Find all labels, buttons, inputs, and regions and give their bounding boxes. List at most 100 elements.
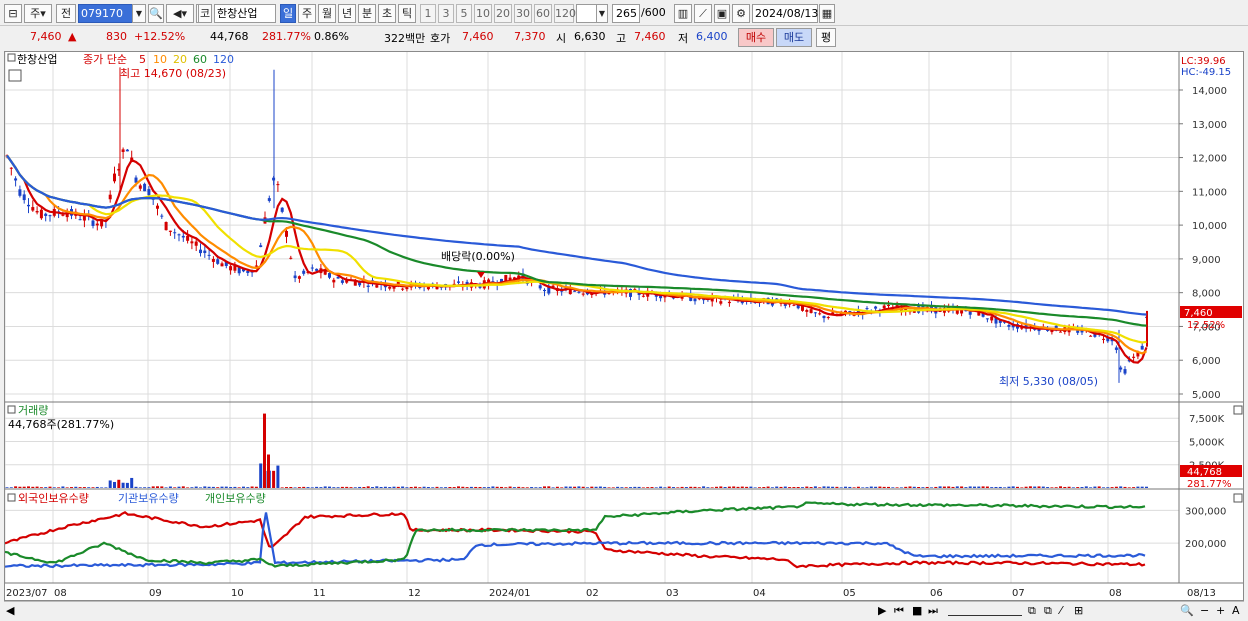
interval-1[interactable]: 1	[420, 4, 436, 23]
legend-box-icon[interactable]	[7, 53, 16, 62]
speaker-icon[interactable]: ◀▾	[166, 4, 194, 23]
ma120-legend[interactable]: 120	[213, 53, 234, 66]
ma20-legend[interactable]: 20	[173, 53, 187, 66]
interval-5[interactable]: 5	[456, 4, 472, 23]
volume-bar	[1132, 487, 1136, 488]
volume-bar	[947, 486, 951, 488]
trade-amount: 322백만	[384, 32, 426, 45]
custom-interval-dropdown-icon[interactable]: ▼	[596, 4, 608, 23]
count-total: /600	[641, 6, 666, 19]
chart-window: ⊟ 주▾ 전 079170 ▼ 🔍 ◀▾ ◂ 코 한창산업 일 주 월 년 분 …	[0, 0, 1248, 621]
period-month[interactable]: 월	[318, 4, 336, 23]
stock-legend[interactable]: 한창산업	[17, 53, 57, 66]
scroll-bar[interactable]: ◀ ▶ ⏮ ■ ⏭ ⧉ ⧉ ⁄ ⊞ 🔍 − + A	[4, 601, 1244, 619]
gear-icon[interactable]: ⚙	[732, 4, 750, 23]
month-label: 10	[231, 588, 244, 599]
font-size-icon[interactable]: A	[1232, 604, 1240, 618]
sell-button[interactable]: 매도	[776, 28, 812, 47]
period-tick[interactable]: 틱	[398, 4, 416, 23]
count-input[interactable]: 265	[612, 4, 640, 23]
candle-body	[61, 214, 65, 216]
copy-icon[interactable]: ⧉	[1044, 604, 1052, 618]
calendar-icon[interactable]: ▦	[819, 4, 835, 23]
ma60-legend[interactable]: 60	[193, 53, 207, 66]
volume-bar	[285, 487, 288, 488]
draw-icon[interactable]: ⁄	[1060, 604, 1062, 618]
candle-body	[44, 213, 48, 216]
ma-legend-label[interactable]: 종가 단순	[83, 53, 127, 66]
scroll-left-icon[interactable]: ◀	[6, 604, 14, 618]
interval-3[interactable]: 3	[438, 4, 454, 23]
code-type-label[interactable]: 코	[198, 4, 212, 23]
month-label: 02	[586, 588, 599, 599]
market-select[interactable]: 주▾	[24, 4, 52, 23]
institution-holdings-legend[interactable]: 기관보유수량	[118, 492, 179, 505]
candle-body	[48, 215, 52, 217]
volume-bar	[1106, 487, 1110, 488]
chart-menu-icon[interactable]: ⊟	[4, 4, 22, 23]
chart-area[interactable]: 14,000 13,000 12,000 11,000 10,000 9,000 8,000…	[4, 51, 1244, 601]
holdings-legend-box-icon[interactable]	[7, 493, 16, 502]
interval-10[interactable]: 10	[474, 4, 492, 23]
save-icon[interactable]: ▣	[714, 4, 730, 23]
table-toggle-icon[interactable]	[8, 69, 22, 82]
volume-bar	[994, 486, 998, 488]
screen-icon[interactable]: ⊞	[1074, 604, 1083, 618]
period-week[interactable]: 주	[298, 4, 316, 23]
stop-icon[interactable]: ■	[912, 604, 922, 618]
interval-120[interactable]: 120	[554, 4, 576, 23]
candle-body	[229, 266, 233, 271]
candle-body	[366, 285, 370, 287]
volume-bar	[57, 487, 61, 488]
volume-bar	[702, 486, 706, 488]
volume-bar	[680, 486, 684, 488]
interval-20[interactable]: 20	[494, 4, 512, 23]
interval-30[interactable]: 30	[514, 4, 532, 23]
zoom-search-icon[interactable]: 🔍	[1180, 604, 1194, 618]
current-price: 7,460	[30, 30, 62, 43]
candle-body	[280, 207, 284, 212]
candle-body	[95, 223, 99, 226]
period-second[interactable]: 초	[378, 4, 396, 23]
date-input[interactable]: 2024/08/13	[752, 4, 818, 23]
volume-legend-box-icon[interactable]	[7, 405, 16, 414]
volume-pane-title[interactable]: 거래량	[18, 404, 48, 417]
scroll-right-icon[interactable]: ▶	[878, 604, 888, 618]
month-label: 08	[1109, 588, 1122, 599]
candle-type-icon[interactable]: ▥	[674, 4, 692, 23]
candle-body	[125, 149, 129, 152]
period-day[interactable]: 일	[280, 4, 296, 23]
zoom-out-icon[interactable]: −	[1200, 604, 1209, 618]
buy-button[interactable]: 매수	[738, 28, 774, 47]
candle-body	[186, 235, 190, 241]
chart-canvas[interactable]: 14,000 13,000 12,000 11,000 10,000 9,000 8,000…	[4, 52, 1243, 600]
candle-body	[573, 290, 577, 292]
foreign-holdings-legend[interactable]: 외국인보유수량	[18, 492, 89, 505]
zoom-slider[interactable]	[948, 606, 1022, 616]
period-minute[interactable]: 분	[358, 4, 376, 23]
stock-name-field[interactable]: 한창산업	[214, 4, 276, 23]
ma5-legend[interactable]: 5	[139, 53, 146, 66]
interval-60[interactable]: 60	[534, 4, 552, 23]
prev-button[interactable]: 전	[56, 4, 76, 23]
volume-bar	[199, 487, 202, 488]
individual-holdings-legend[interactable]: 개인보유수량	[205, 492, 266, 505]
zoom-in-icon[interactable]: +	[1216, 604, 1225, 618]
evaluate-button[interactable]: 평	[816, 28, 836, 47]
ma10-legend[interactable]: 10	[153, 53, 167, 66]
last-page-icon[interactable]: ⏭	[928, 604, 938, 618]
first-page-icon[interactable]: ⏮	[894, 604, 904, 618]
period-year[interactable]: 년	[338, 4, 356, 23]
holdings-close-icon[interactable]	[1233, 493, 1243, 503]
candle-body	[543, 289, 546, 292]
hc-value: HC:-49.15	[1181, 67, 1231, 78]
month-label: 06	[930, 588, 943, 599]
volume-bar	[323, 486, 327, 488]
volume-close-icon[interactable]	[1233, 405, 1243, 415]
volume-bar	[216, 487, 220, 488]
layout-icon[interactable]: ⧉	[1028, 604, 1036, 618]
code-dropdown-icon[interactable]: ▼	[132, 4, 146, 23]
search-icon[interactable]: 🔍	[148, 4, 164, 23]
indicator-icon[interactable]: ⟋	[694, 4, 712, 23]
volume-bar	[1024, 486, 1028, 488]
